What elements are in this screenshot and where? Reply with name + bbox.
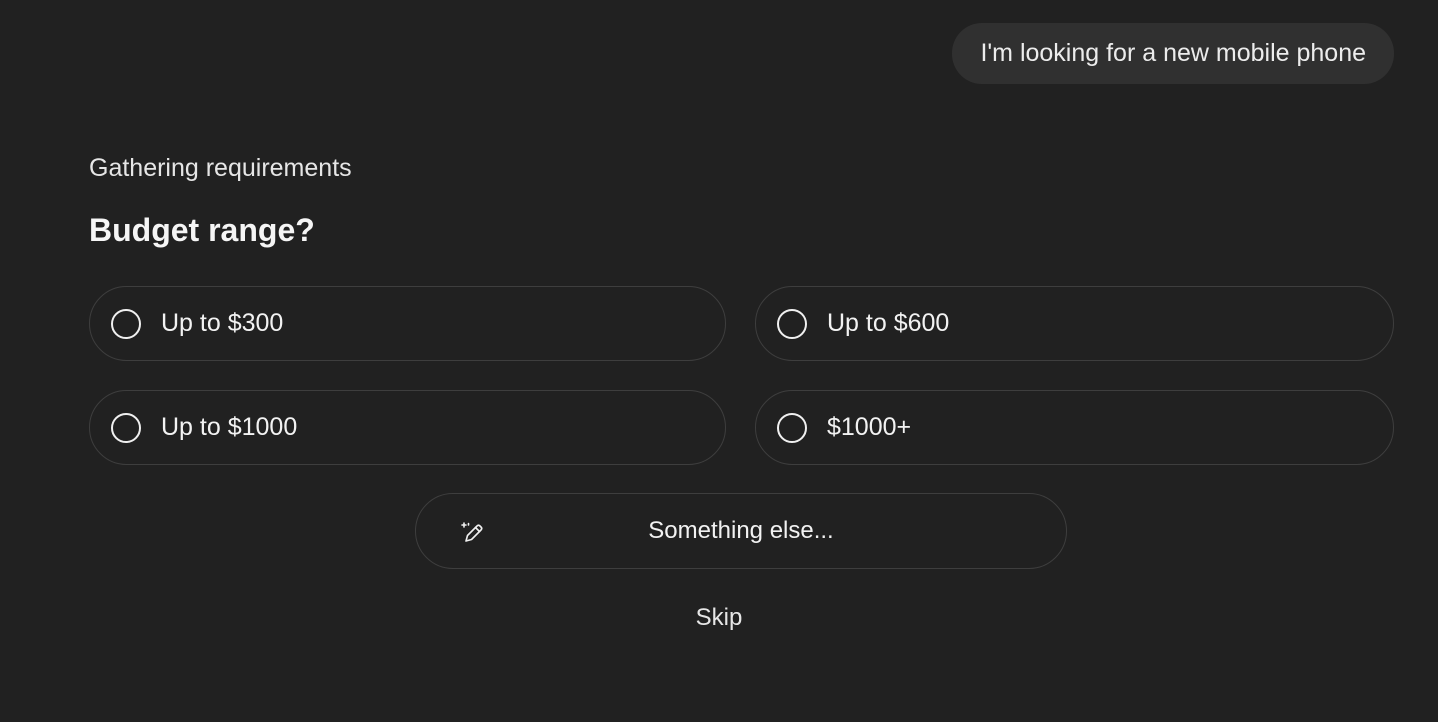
radio-unselected-icon[interactable] (777, 412, 807, 443)
something-else-label: Something else... (648, 517, 834, 544)
option-up-to-300[interactable]: Up to $300 (89, 286, 726, 361)
option-label: Up to $300 (161, 309, 284, 337)
option-label: Up to $600 (827, 309, 950, 337)
radio-unselected-icon[interactable] (777, 308, 807, 339)
radio-unselected-icon[interactable] (111, 308, 141, 339)
option-1000-plus[interactable]: $1000+ (755, 390, 1394, 465)
option-label: Up to $1000 (161, 413, 298, 441)
skip-button[interactable]: Skip (696, 604, 743, 631)
option-label: $1000+ (827, 413, 912, 441)
radio-unselected-icon[interactable] (111, 412, 141, 443)
question-title: Budget range? (89, 212, 315, 248)
user-message-bubble: I'm looking for a new mobile phone (952, 23, 1394, 84)
pencil-sparkle-icon (461, 522, 483, 542)
chat-page: I'm looking for a new mobile phone Gathe… (0, 0, 1438, 722)
option-up-to-1000[interactable]: Up to $1000 (89, 390, 726, 465)
skip-row: Skip (0, 604, 1438, 632)
section-label: Gathering requirements (89, 154, 352, 182)
option-up-to-600[interactable]: Up to $600 (755, 286, 1394, 361)
something-else-button[interactable]: Something else... (415, 493, 1067, 569)
